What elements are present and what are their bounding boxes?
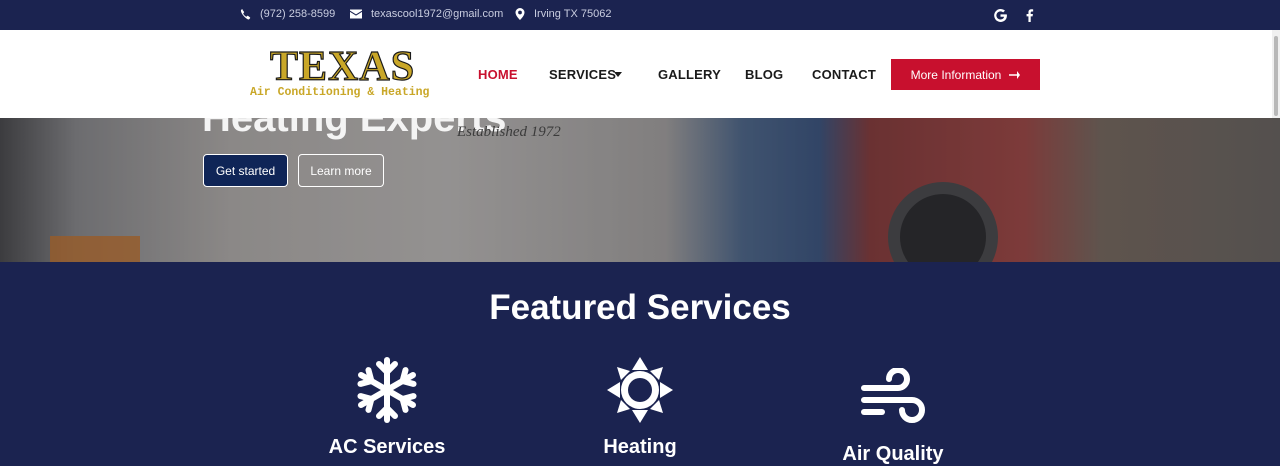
facebook-link[interactable] [1021,7,1037,23]
scrollbar[interactable] [1272,30,1280,118]
location-contact[interactable]: Irving TX 75062 [515,8,611,20]
service-air-quality[interactable]: Air Quality [793,368,993,465]
nav-home[interactable]: HOME [478,67,518,82]
service-label-air-quality: Air Quality [842,443,944,465]
service-label-heating: Heating [603,436,677,458]
scrollbar-thumb[interactable] [1274,36,1278,116]
email-address: texascool1972@gmail.com [371,8,504,20]
site-logo[interactable]: TEXAS Air Conditioning & Heating [248,44,448,104]
wind-icon [861,368,925,423]
logo-title: TEXAS [269,44,416,90]
cta-label: More Information [910,67,1002,82]
get-started-button[interactable]: Get started [203,154,288,187]
logo-subtitle: Air Conditioning & Heating [250,86,430,99]
nav-contact[interactable]: CONTACT [812,67,876,82]
nav-services[interactable]: SERVICES [549,67,616,82]
nav-blog[interactable]: BLOG [745,67,783,82]
service-label-ac: AC Services [328,436,446,458]
map-pin-icon [515,8,525,20]
facebook-icon [1026,8,1033,22]
location-text: Irving TX 75062 [534,8,612,20]
google-icon [993,8,1007,22]
phone-icon [241,8,251,19]
learn-more-button[interactable]: Learn more [298,154,384,187]
google-link[interactable] [992,7,1008,23]
envelope-icon [350,9,362,19]
arrow-right-icon [1009,70,1021,79]
hero-overlay [0,118,1280,262]
caret-down-icon[interactable] [614,72,622,77]
phone-number: (972) 258-8599 [260,8,336,20]
service-ac[interactable]: AC Services [287,356,487,458]
site-header: TEXAS Air Conditioning & Heating HOME SE… [0,30,1272,118]
featured-services-title: Featured Services [489,288,791,327]
top-bar: (972) 258-8599 texascool1972@gmail.com I… [0,0,1280,30]
service-heating[interactable]: Heating [540,357,740,458]
email-contact[interactable]: texascool1972@gmail.com [350,8,503,20]
snowflake-icon [357,357,417,424]
sun-icon [607,357,673,423]
more-information-button[interactable]: More Information [891,59,1040,90]
hero-section: Heating Experts Established 1972 Get sta… [0,118,1280,262]
nav-gallery[interactable]: GALLERY [658,67,721,82]
phone-contact[interactable]: (972) 258-8599 [240,8,335,20]
van-established-text: Established 1972 [457,124,561,140]
